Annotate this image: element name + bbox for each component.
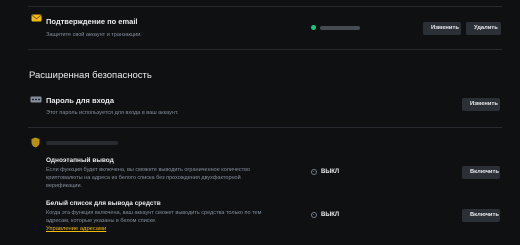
verified-dot-icon: [311, 25, 316, 30]
advanced-security-heading: Расширенная безопасность: [29, 70, 152, 81]
one-step-withdrawal-description: Если функция будет включена, вы сможете …: [46, 167, 251, 189]
email-section-divider: [28, 49, 502, 50]
delete-email-button[interactable]: Удалить: [466, 22, 501, 35]
one-step-withdrawal-status: ВЫКЛ: [311, 169, 339, 175]
password-section-divider: [28, 127, 502, 128]
email-status: [311, 25, 360, 30]
login-password-title: Пароль для входа: [46, 96, 114, 105]
enable-withdrawal-whitelist-button[interactable]: Включить: [462, 209, 500, 222]
one-step-withdrawal-status-label: ВЫКЛ: [321, 169, 340, 175]
password-field-icon: [30, 96, 42, 103]
status-off-icon: [311, 169, 317, 175]
masked-email-value: [320, 25, 360, 30]
withdrawal-whitelist-title: Белый список для вывода средств: [46, 200, 161, 207]
envelope-icon: [31, 14, 42, 22]
email-verification-title: Подтверждение по email: [46, 17, 138, 26]
login-password-subtitle: Этот пароль используется для входа в ваш…: [46, 110, 179, 116]
change-password-button[interactable]: Изменить: [462, 98, 500, 111]
manage-addresses-link[interactable]: Управление адресами: [46, 226, 106, 232]
top-divider: [28, 6, 502, 7]
status-off-icon: [311, 212, 317, 218]
withdrawal-whitelist-status: ВЫКЛ: [311, 212, 339, 218]
withdrawal-block-header-obscured: [46, 141, 118, 145]
enable-one-step-withdrawal-button[interactable]: Включить: [462, 166, 500, 179]
shield-icon: [31, 137, 40, 148]
email-verification-subtitle: Защитите свой аккаунт и транзакции.: [46, 32, 142, 38]
one-step-withdrawal-title: Одноэтапный вывод: [46, 157, 114, 164]
security-settings-page: Подтверждение по email Защитите свой акк…: [0, 0, 520, 245]
change-email-button[interactable]: Изменить: [423, 22, 461, 35]
withdrawal-whitelist-status-label: ВЫКЛ: [321, 212, 340, 218]
withdrawal-whitelist-description: Когда эта функция включена, ваш аккаунт …: [46, 210, 262, 224]
